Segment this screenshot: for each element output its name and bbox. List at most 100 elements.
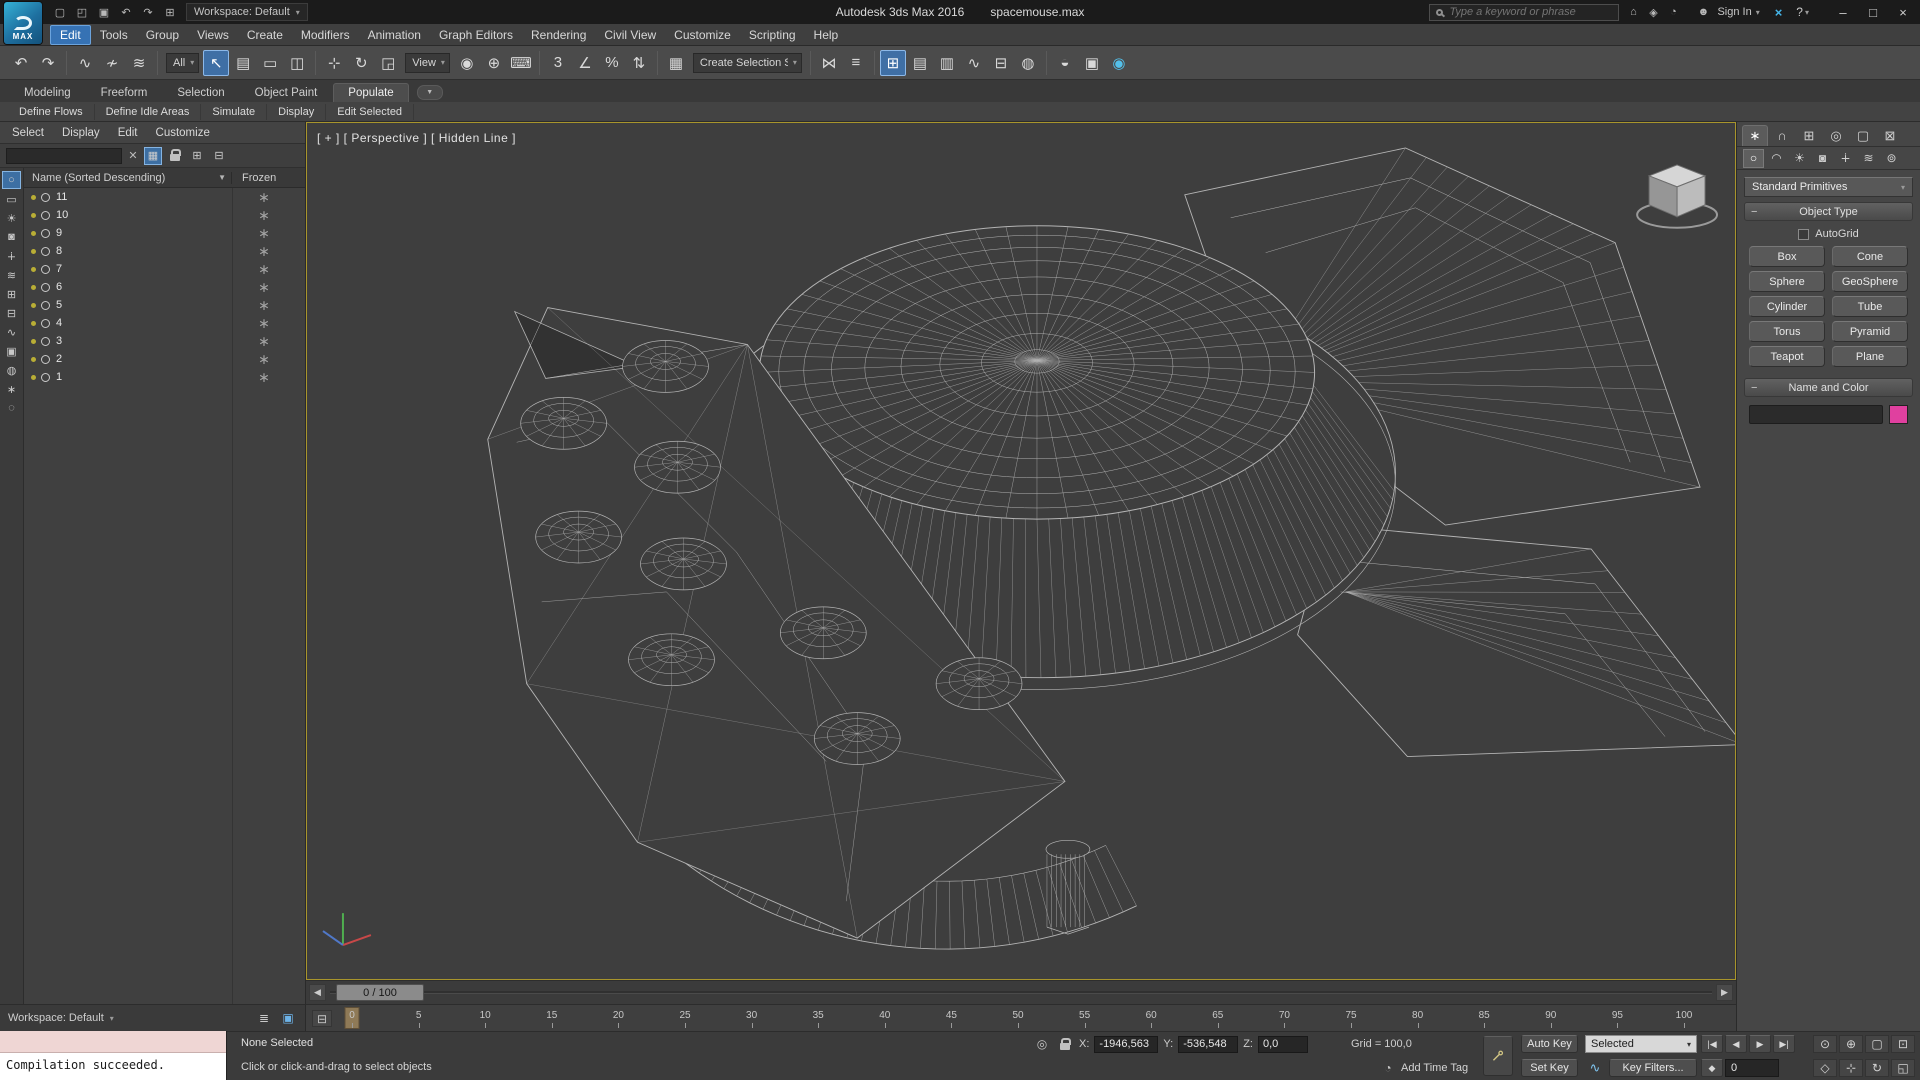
unlink-selection-icon[interactable]: ≁	[99, 50, 125, 76]
display-containers-filter-icon[interactable]: ▣	[2, 342, 21, 360]
listener-output-line[interactable]: Compilation succeeded.	[0, 1053, 226, 1080]
modify-tab-icon[interactable]: ∩	[1769, 125, 1795, 146]
lights-category-icon[interactable]: ☀	[1789, 149, 1810, 168]
render-setup-icon[interactable]: ◒	[1052, 50, 1078, 76]
display-xrefs-filter-icon[interactable]: ⊟	[2, 304, 21, 322]
edit-named-selections-icon[interactable]: ▦	[663, 50, 689, 76]
explorer-menu-edit[interactable]: Edit	[118, 127, 138, 139]
selection-lock-icon[interactable]	[1056, 1035, 1074, 1053]
maximize-viewport-icon[interactable]: ◱	[1891, 1059, 1915, 1077]
sphere-button[interactable]: Sphere	[1749, 271, 1825, 292]
viewport-label[interactable]: [ + ] [ Perspective ] [ Hidden Line ]	[317, 131, 516, 145]
snap-toggle-3d-icon[interactable]: 3	[545, 50, 571, 76]
autogrid-checkbox[interactable]	[1798, 228, 1810, 240]
scene-object-row[interactable]: 3 ∗	[24, 332, 305, 350]
ribbon-tab-populate[interactable]: Populate	[333, 83, 409, 102]
scene-object-row[interactable]: 5 ∗	[24, 296, 305, 314]
help-menu[interactable]: ? ▾	[1791, 5, 1814, 19]
menu-edit[interactable]: Edit	[50, 24, 91, 45]
helpers-category-icon[interactable]: ∔	[1835, 149, 1856, 168]
geometry-category-icon[interactable]: ○	[1743, 148, 1764, 168]
orbit-icon[interactable]: ↻	[1865, 1059, 1889, 1077]
redo-quick-icon[interactable]: ↷	[138, 3, 158, 21]
display-lights-filter-icon[interactable]: ☀	[2, 209, 21, 227]
sign-in-button[interactable]: ☻ Sign In ▾	[1687, 3, 1765, 21]
display-bones-filter-icon[interactable]: ∿	[2, 323, 21, 341]
utilities-tab-icon[interactable]: ⊠	[1877, 125, 1903, 146]
display-hidden-filter-icon[interactable]: ◌	[2, 399, 21, 417]
next-frame-arrow[interactable]: ▶	[1716, 984, 1733, 1001]
plane-button[interactable]: Plane	[1832, 346, 1908, 367]
menu-modifiers[interactable]: Modifiers	[292, 26, 359, 44]
filter-funnel-icon[interactable]: ▼	[218, 173, 226, 182]
display-geometry-filter-icon[interactable]: ○	[2, 171, 21, 189]
tube-button[interactable]: Tube	[1832, 296, 1908, 317]
key-mode-dropdown[interactable]: Selected ▾	[1585, 1035, 1697, 1053]
object-name-field[interactable]	[1749, 405, 1883, 424]
frozen-toggle-icon[interactable]: ∗	[232, 262, 296, 276]
systems-category-icon[interactable]: ⊚	[1881, 149, 1902, 168]
field-of-view-icon[interactable]: ◇	[1813, 1059, 1837, 1077]
add-filter-icon[interactable]: ⊞	[188, 147, 206, 165]
selection-filter-dropdown[interactable]: All ▾	[166, 52, 200, 73]
window-crossing-icon[interactable]: ◫	[284, 50, 310, 76]
viewport[interactable]: [ + ] [ Perspective ] [ Hidden Line ]	[306, 122, 1736, 980]
menu-graph-editors[interactable]: Graph Editors	[430, 26, 522, 44]
select-and-move-icon[interactable]: ⊹	[321, 50, 347, 76]
teapot-button[interactable]: Teapot	[1749, 346, 1825, 367]
material-editor-icon[interactable]: ◍	[1015, 50, 1041, 76]
application-menu-button[interactable]: MAX	[4, 2, 42, 44]
key-mode-toggle-button[interactable]: ◆	[1701, 1059, 1723, 1077]
layer-manager-icon[interactable]: ▤	[907, 50, 933, 76]
menu-help[interactable]: Help	[805, 26, 848, 44]
display-shapes-filter-icon[interactable]: ▭	[2, 190, 21, 208]
spacewarps-category-icon[interactable]: ≋	[1858, 149, 1879, 168]
home-icon[interactable]: ⌂	[1623, 3, 1643, 21]
keyboard-override-icon[interactable]: ⌨	[508, 50, 534, 76]
close-button[interactable]: ×	[1888, 0, 1918, 24]
name-color-rollout[interactable]: − Name and Color	[1744, 378, 1913, 397]
cameras-category-icon[interactable]: ◙	[1812, 149, 1833, 168]
display-spacewarps-filter-icon[interactable]: ≋	[2, 266, 21, 284]
frozen-toggle-icon[interactable]: ∗	[232, 352, 296, 366]
scene-object-row[interactable]: 6 ∗	[24, 278, 305, 296]
angle-snap-icon[interactable]: ∠	[572, 50, 598, 76]
ribbon-toggle-icon[interactable]: ▥	[934, 50, 960, 76]
selection-region-icon[interactable]: ▭	[257, 50, 283, 76]
bind-to-space-warp-icon[interactable]: ≋	[126, 50, 152, 76]
go-to-end-button[interactable]: ▶|	[1773, 1035, 1795, 1053]
primitive-category-dropdown[interactable]: Standard Primitives ▾	[1744, 177, 1913, 197]
z-coordinate-field[interactable]: 0,0	[1257, 1035, 1308, 1053]
frozen-toggle-icon[interactable]: ∗	[232, 316, 296, 330]
select-and-scale-icon[interactable]: ◲	[375, 50, 401, 76]
previous-frame-arrow[interactable]: ◀	[309, 984, 326, 1001]
schematic-view-icon[interactable]: ⊟	[988, 50, 1014, 76]
pyramid-button[interactable]: Pyramid	[1832, 321, 1908, 342]
project-folder-icon[interactable]: ⊞	[160, 3, 180, 21]
frozen-toggle-icon[interactable]: ∗	[232, 226, 296, 240]
display-tab-icon[interactable]: ▢	[1850, 125, 1876, 146]
key-filters-button[interactable]: Key Filters...	[1609, 1059, 1697, 1077]
play-button[interactable]: ▶	[1749, 1035, 1771, 1053]
time-slider-handle[interactable]: 0 / 100	[336, 984, 424, 1001]
ribbon-tool-simulate[interactable]: Simulate	[201, 103, 268, 120]
scene-layers-icon[interactable]: ≣	[255, 1009, 273, 1027]
reference-coordinate-dropdown[interactable]: View ▾	[405, 52, 450, 73]
display-helpers-filter-icon[interactable]: ∔	[2, 247, 21, 265]
select-object-icon[interactable]: ↖	[203, 49, 230, 76]
undo-quick-icon[interactable]: ↶	[116, 3, 136, 21]
clear-search-icon[interactable]: ✕	[126, 149, 140, 162]
scene-object-row[interactable]: 4 ∗	[24, 314, 305, 332]
set-key-button[interactable]: Set Key	[1521, 1059, 1578, 1077]
community-x-icon[interactable]: ×	[1770, 5, 1788, 20]
time-slider-track[interactable]	[330, 991, 1712, 994]
ribbon-minimize-icon[interactable]: ▼	[416, 85, 443, 100]
box-button[interactable]: Box	[1749, 246, 1825, 267]
rendered-frame-icon[interactable]: ▣	[1079, 50, 1105, 76]
save-file-icon[interactable]: ▣	[94, 3, 114, 21]
menu-group[interactable]: Group	[137, 26, 188, 44]
ribbon-tab-object-paint[interactable]: Object Paint	[241, 84, 332, 102]
scene-object-row[interactable]: 11 ∗	[24, 188, 305, 206]
select-and-rotate-icon[interactable]: ↻	[348, 50, 374, 76]
isolate-selection-icon[interactable]: ◎	[1033, 1035, 1051, 1053]
